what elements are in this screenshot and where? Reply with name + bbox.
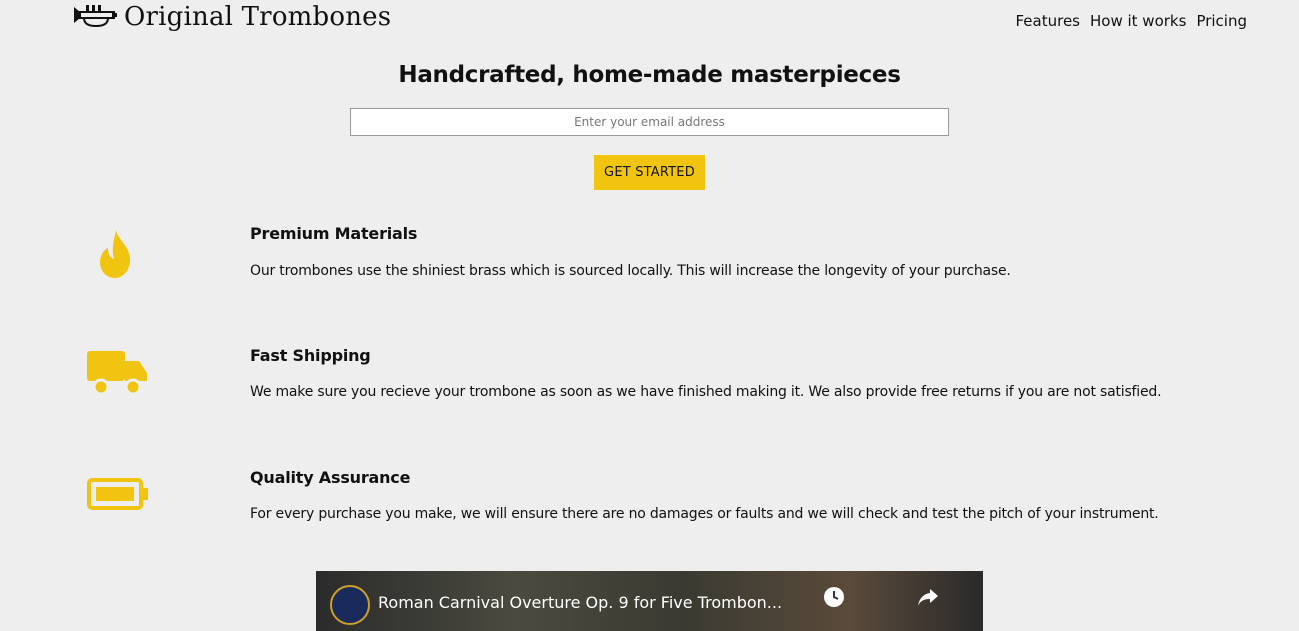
- fire-icon: [84, 222, 148, 286]
- nav-link-features[interactable]: Features: [1016, 12, 1081, 30]
- feature-text: Our trombones use the shiniest brass whi…: [250, 263, 1011, 279]
- hero-title: Handcrafted, home-made masterpieces: [398, 62, 901, 88]
- feature-title: Premium Materials: [250, 224, 418, 243]
- feature-premium-materials: Premium Materials Our trombones use the …: [0, 222, 1299, 312]
- logo[interactable]: Original Trombones: [72, 2, 391, 32]
- brand-name: Original Trombones: [124, 2, 392, 32]
- get-started-button[interactable]: GET STARTED: [594, 155, 705, 190]
- feature-fast-shipping: Fast Shipping We make sure you recieve y…: [0, 344, 1299, 434]
- feature-title: Quality Assurance: [250, 468, 411, 487]
- feature-quality-assurance: Quality Assurance For every purchase you…: [0, 466, 1299, 556]
- nav-link-pricing[interactable]: Pricing: [1196, 12, 1247, 30]
- share-icon[interactable]: [916, 585, 940, 609]
- site-header: Original Trombones Features How it works…: [0, 0, 1299, 44]
- video-title[interactable]: Roman Carnival Overture Op. 9 for Five T…: [378, 593, 782, 612]
- email-input[interactable]: [350, 108, 949, 136]
- main-nav: Features How it works Pricing: [1016, 12, 1248, 30]
- feature-title: Fast Shipping: [250, 346, 371, 365]
- trumpet-logo-icon: [72, 2, 118, 32]
- watch-later-icon[interactable]: [822, 585, 846, 609]
- truck-icon: [86, 340, 150, 404]
- nav-link-how-it-works[interactable]: How it works: [1090, 12, 1186, 30]
- feature-text: We make sure you recieve your trombone a…: [250, 384, 1162, 400]
- embedded-video[interactable]: Roman Carnival Overture Op. 9 for Five T…: [316, 571, 983, 631]
- channel-avatar[interactable]: [330, 585, 370, 625]
- hero-section: Handcrafted, home-made masterpieces: [0, 62, 1299, 88]
- battery-full-icon: [86, 462, 150, 526]
- feature-text: For every purchase you make, we will ens…: [250, 506, 1159, 522]
